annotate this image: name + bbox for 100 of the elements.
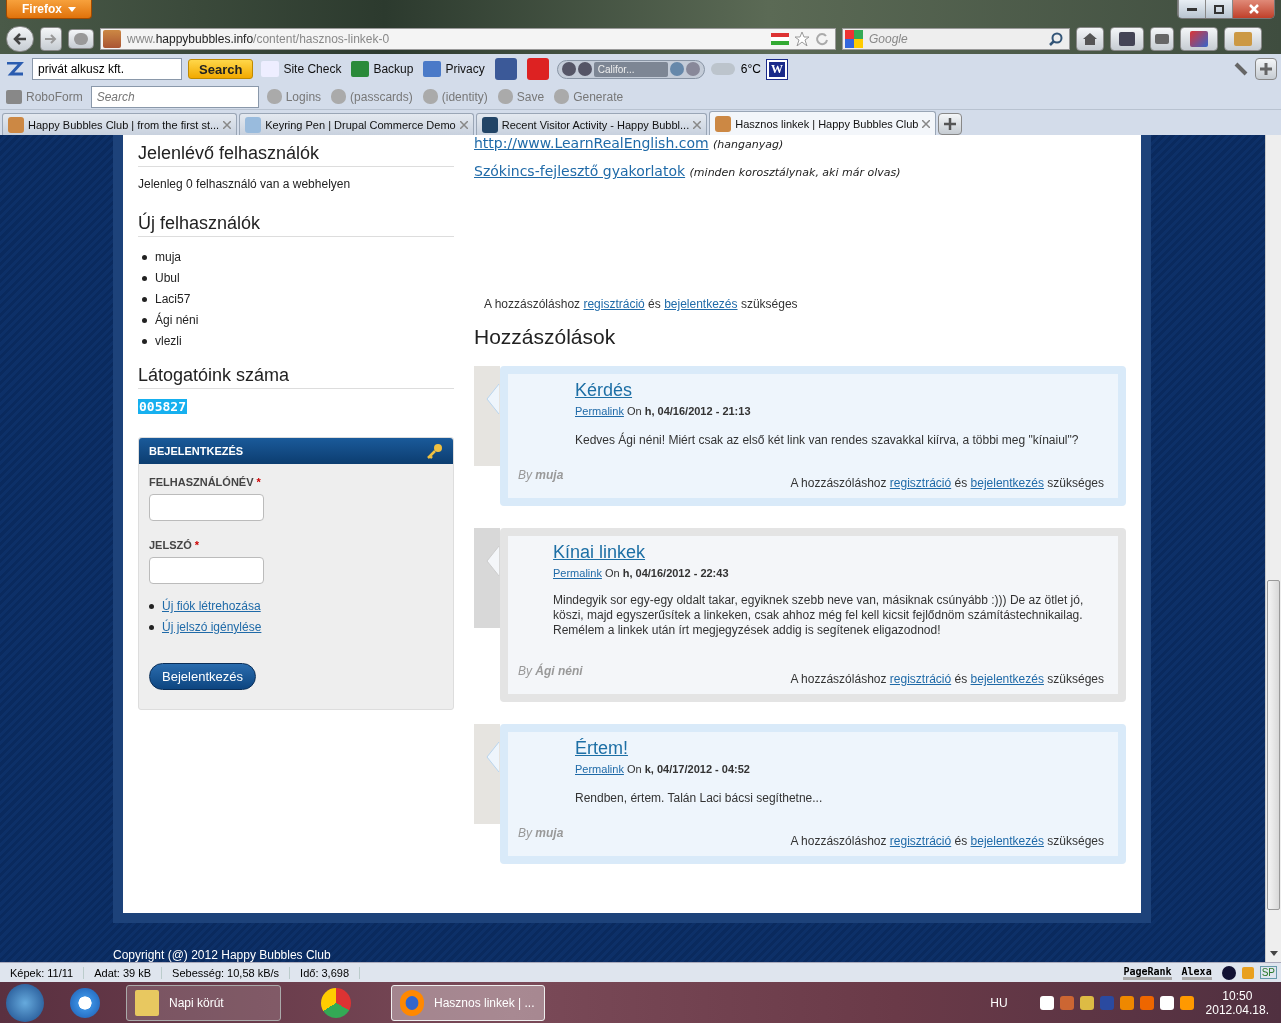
taskbar-button[interactable]: Napi körút — [126, 984, 281, 1021]
forward-button[interactable] — [40, 26, 62, 51]
weather-badge[interactable]: W — [766, 59, 787, 79]
comment-title[interactable]: Kérdés — [575, 380, 633, 401]
new-tab-button[interactable] — [938, 113, 963, 135]
input-field[interactable] — [149, 494, 264, 521]
roboform-button[interactable]: Logins — [264, 89, 324, 104]
key-icon — [427, 443, 443, 459]
clock[interactable]: 10:50 2012.04.18. — [1205, 988, 1269, 1017]
roboform-button[interactable]: Generate — [552, 89, 626, 104]
comment-title[interactable]: Értem! — [575, 738, 628, 759]
comment-author: By Ági néni — [518, 664, 583, 680]
login-required-notice: A hozzászóláshoz regisztráció és bejelentkezés szükséges — [790, 834, 1104, 848]
toolbar-search-field[interactable]: privát alkusz kft. — [32, 58, 182, 80]
bullet-icon — [142, 254, 147, 260]
favicon-icon — [8, 116, 24, 133]
tray-icon[interactable] — [1159, 995, 1174, 1010]
minimize-button[interactable] — [1178, 0, 1205, 18]
account-link[interactable]: Új jelszó igénylése — [162, 620, 262, 634]
status-text: Sebesség: 10,58 kB/s — [162, 966, 291, 979]
z-logo-icon — [6, 62, 24, 76]
caret-icon — [68, 6, 76, 12]
toolbar-menu-button[interactable] — [4, 62, 26, 76]
link-note: (hanganyag) — [713, 138, 784, 151]
field-label: FELHASZNÁLÓNÉV * — [149, 476, 262, 488]
sync-button[interactable] — [1150, 26, 1174, 51]
user-name: Ági néni — [155, 313, 199, 327]
roboform-search-field[interactable]: Search — [90, 85, 259, 108]
scroll-down-icon — [1269, 951, 1278, 956]
login-required-notice: A hozzászóláshoz regisztráció és bejelentkezés szükséges — [790, 672, 1104, 686]
account-link[interactable]: Új fiók létrehozása — [162, 599, 261, 613]
login-button[interactable]: Bejelentkezés — [149, 663, 256, 690]
permalink-link[interactable]: Permalink — [575, 405, 624, 417]
browser-tab[interactable]: Recent Visitor Activity - Happy Bubbl... — [475, 113, 708, 135]
address-bar[interactable]: www.happybubbles.info/content/hasznos-linkek-0 — [100, 27, 836, 50]
language-indicator[interactable]: HU — [990, 995, 1008, 1010]
login-link[interactable]: bejelentkezés — [970, 834, 1044, 848]
browser-tab[interactable]: Keyring Pen | Drupal Commerce Demo — [239, 113, 474, 135]
bullet-icon — [142, 317, 147, 323]
web-search-field[interactable]: Google — [842, 27, 1070, 50]
browser-tab[interactable]: Hasznos linkek | Happy Bubbles Club — [709, 111, 937, 135]
favicon-icon — [103, 29, 121, 48]
close-button[interactable] — [1232, 0, 1274, 18]
roboform-button[interactable]: (passcards) — [329, 89, 415, 104]
comment-author: By muja — [518, 826, 564, 842]
favicon-icon — [715, 115, 732, 132]
minimize-icon — [1187, 7, 1197, 11]
login-required-notice: A hozzászóláshoz regisztráció és bejelentkezés szükséges — [483, 297, 799, 311]
station-dropdown[interactable]: Califor... — [593, 61, 668, 77]
visitor-counter: 005827 — [138, 399, 187, 414]
bullet-icon — [142, 296, 147, 302]
browser-tab[interactable]: Happy Bubbles Club | from the first st... — [2, 113, 238, 135]
roboform-button[interactable]: (identity) — [420, 89, 490, 104]
toolbar-button[interactable]: Site Check — [259, 61, 344, 77]
register-link[interactable]: regisztráció — [583, 297, 645, 311]
maximize-button[interactable] — [1205, 0, 1232, 18]
home-button[interactable] — [1076, 26, 1104, 51]
favicon-icon — [245, 116, 262, 133]
taskbar-button[interactable]: Hasznos linkek | ... — [391, 984, 545, 1021]
register-link[interactable]: regisztráció — [889, 476, 952, 490]
resource-link[interactable]: Szókincs-fejlesztő gyakorlatok — [474, 163, 686, 179]
login-title: BEJELENTKEZÉS — [149, 445, 244, 457]
addon-icon — [1190, 30, 1208, 47]
addon-button[interactable] — [1180, 26, 1218, 51]
comments-heading: Hozzászólások — [474, 325, 617, 349]
online-users-text: Jelenleg 0 felhasználó van a webhelyen — [138, 177, 352, 191]
radio-player[interactable]: Califor... — [556, 59, 705, 79]
link-note: (minden korosztálynak, aki már olvas) — [689, 166, 901, 179]
permalink-link[interactable]: Permalink — [575, 763, 624, 775]
input-field[interactable] — [149, 557, 264, 584]
tray-icon[interactable] — [1179, 995, 1194, 1010]
add-button[interactable] — [1255, 58, 1277, 80]
volume-icon — [669, 62, 684, 76]
addon-icon — [1241, 966, 1254, 979]
roboform-button[interactable]: Save — [495, 89, 547, 104]
bullet-icon — [142, 275, 147, 281]
login-link[interactable]: bejelentkezés — [970, 672, 1044, 686]
register-link[interactable]: regisztráció — [889, 672, 952, 686]
search-button[interactable]: Search — [188, 59, 254, 79]
user-name: Laci57 — [155, 292, 191, 306]
scrollbar[interactable] — [1265, 135, 1281, 962]
tray-icon[interactable] — [1039, 995, 1054, 1010]
login-link[interactable]: bejelentkezés — [970, 476, 1044, 490]
permalink-link[interactable]: Permalink — [553, 567, 602, 579]
site-info-button[interactable] — [68, 28, 94, 49]
login-link[interactable]: bejelentkezés — [664, 297, 738, 311]
comment-text: Rendben, értem. Talán Laci bácsi segíthetne... — [575, 791, 824, 806]
toolbar-button[interactable]: Privacy — [421, 61, 487, 77]
roboform-menu[interactable]: RoboForm — [4, 89, 85, 104]
bookmarks-button[interactable] — [1110, 26, 1144, 51]
toolbar-button[interactable]: Backup — [349, 61, 416, 77]
back-button[interactable] — [6, 25, 34, 52]
comment-title[interactable]: Kínai linkek — [553, 542, 646, 563]
scrollbar-thumb[interactable] — [1267, 580, 1280, 910]
temperature-text: 6°C — [740, 62, 761, 76]
register-link[interactable]: regisztráció — [889, 834, 952, 848]
addon-button[interactable] — [1224, 26, 1262, 51]
tray-icon[interactable] — [1079, 995, 1094, 1010]
comment-meta: Permalink On h, 04/16/2012 - 21:13 — [575, 405, 752, 417]
resource-link[interactable]: http://www.LearnRealEnglish.com — [474, 135, 709, 151]
